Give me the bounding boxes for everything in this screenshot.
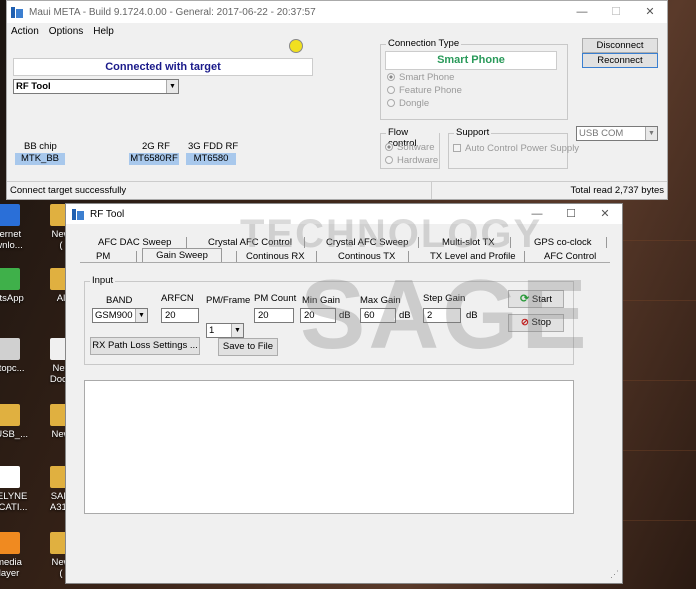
maxgain-input[interactable]: 60 — [360, 308, 396, 323]
pmframe-select[interactable]: 1 ▼ — [206, 323, 244, 338]
desktop-app-icon — [0, 268, 20, 290]
chevron-down-icon: ▼ — [231, 324, 243, 337]
connection-type-title: Connection Type — [386, 38, 462, 49]
app-icon — [11, 6, 24, 19]
mingain-label: Min Gain — [302, 295, 341, 306]
resize-grip-icon[interactable]: ⋰ — [610, 569, 619, 580]
menubar: Action Options Help — [7, 23, 667, 39]
chevron-down-icon: ▼ — [135, 309, 147, 322]
pmframe-value: 1 — [209, 325, 215, 336]
save-to-file-button[interactable]: Save to File — [218, 338, 278, 356]
rf3g-value: MT6580 — [186, 153, 236, 165]
connection-type-selected: Smart Phone — [385, 51, 557, 70]
desktop-app-icon — [0, 532, 20, 554]
desktop-app-icon — [0, 404, 20, 426]
minimize-icon[interactable]: — — [520, 204, 554, 224]
stepgain-unit: dB — [466, 310, 478, 321]
rf-tool-window: RF Tool — ☐ ✕ AFC DAC Sweep Crystal AFC … — [65, 203, 623, 584]
reconnect-button[interactable]: Reconnect — [582, 53, 658, 68]
connection-type-group: Connection Type Smart Phone Smart Phone … — [380, 38, 568, 120]
checkbox-auto-power[interactable]: Auto Control Power Supply — [453, 143, 579, 154]
tab-afc-control[interactable]: AFC Control — [544, 251, 596, 262]
band-value: GSM900 — [95, 310, 133, 321]
stop-button[interactable]: ⊘ Stop — [508, 314, 564, 332]
radio-smart-phone[interactable]: Smart Phone — [387, 72, 454, 83]
arfcn-input[interactable]: 20 — [161, 308, 199, 323]
rf-title: RF Tool — [90, 208, 125, 220]
maximize-icon[interactable]: ☐ — [554, 204, 588, 224]
bb-chip-label: BB chip — [24, 141, 57, 152]
tab-continous-tx[interactable]: Continous TX — [338, 251, 395, 262]
bb-chip-value: MTK_BB — [15, 153, 65, 165]
connection-indicator — [289, 39, 303, 53]
rf-titlebar: RF Tool — ☐ ✕ — [66, 204, 622, 224]
refresh-icon: ⟳ — [520, 293, 530, 305]
rx-path-loss-button[interactable]: RX Path Loss Settings ... — [90, 337, 200, 355]
maxgain-unit: dB — [399, 310, 411, 321]
desktop-app-icon — [0, 466, 20, 488]
main-titlebar: Maui META - Build 9.1724.0.00 - General:… — [7, 1, 667, 23]
tab-afc-dac-sweep[interactable]: AFC DAC Sweep — [98, 237, 171, 248]
arfcn-label: ARFCN — [161, 293, 194, 304]
desktop-app-icon — [0, 204, 20, 226]
port-select-value: USB COM — [579, 128, 624, 139]
support-group: Support Auto Control Power Supply — [448, 127, 579, 169]
menu-options[interactable]: Options — [49, 26, 83, 37]
flow-control-group: Flow control Software Hardware — [380, 127, 440, 169]
tab-crystal-afc-control[interactable]: Crystal AFC Control — [208, 237, 292, 248]
tab-crystal-afc-sweep[interactable]: Crystal AFC Sweep — [326, 237, 408, 248]
tab-tx-level-profile[interactable]: TX Level and Profile — [430, 251, 516, 262]
radio-dongle[interactable]: Dongle — [387, 98, 429, 109]
tab-multi-slot-tx[interactable]: Multi-slot TX — [442, 237, 495, 248]
status-right: Total read 2,737 bytes — [570, 185, 664, 196]
desktop-app-icon — [0, 338, 20, 360]
maximize-icon[interactable]: ☐ — [599, 1, 633, 23]
tab-pm[interactable]: PM — [96, 251, 110, 262]
pmframe-label: PM/Frame — [206, 295, 251, 306]
pmcount-input[interactable]: 20 — [254, 308, 294, 323]
minimize-icon[interactable]: — — [565, 1, 599, 23]
tool-select[interactable]: RF Tool ▼ — [13, 79, 179, 94]
mingain-input[interactable]: 20 — [300, 308, 336, 323]
app-icon — [72, 208, 85, 221]
disconnect-button[interactable]: Disconnect — [582, 38, 658, 53]
pmcount-label: PM Count — [254, 293, 297, 304]
rf3g-label: 3G FDD RF — [188, 141, 239, 152]
port-select[interactable]: USB COM ▼ — [576, 126, 658, 141]
close-icon[interactable]: ✕ — [588, 204, 622, 224]
close-icon[interactable]: ✕ — [633, 1, 667, 23]
status-left: Connect target successfully — [10, 185, 127, 196]
tool-select-value: RF Tool — [16, 81, 51, 92]
chevron-down-icon: ▼ — [166, 80, 178, 93]
output-area[interactable] — [84, 380, 574, 514]
stepgain-label: Step Gain — [423, 293, 466, 304]
start-label: Start — [531, 294, 552, 305]
radio-software[interactable]: Software — [385, 142, 435, 153]
tab-gain-sweep[interactable]: Gain Sweep — [142, 248, 222, 262]
band-select[interactable]: GSM900 ▼ — [92, 308, 148, 323]
menu-help[interactable]: Help — [93, 26, 114, 37]
radio-feature-phone[interactable]: Feature Phone — [387, 85, 462, 96]
tab-gps-co-clock[interactable]: GPS co-clock — [534, 237, 592, 248]
chevron-down-icon: ▼ — [645, 127, 657, 140]
support-title: Support — [454, 127, 492, 138]
mingain-unit: dB — [339, 310, 351, 321]
input-group-title: Input — [90, 275, 116, 286]
statusbar: Connect target successfully Total read 2… — [7, 181, 667, 199]
stop-label: Stop — [531, 317, 552, 328]
menu-action[interactable]: Action — [11, 26, 39, 37]
connection-status: Connected with target — [13, 58, 313, 76]
rf2g-value: MT6580RF — [129, 153, 179, 165]
rf2g-label: 2G RF — [142, 141, 170, 152]
main-title: Maui META - Build 9.1724.0.00 - General:… — [29, 6, 316, 18]
band-label: BAND — [106, 295, 133, 306]
stepgain-input[interactable]: 2 — [423, 308, 461, 323]
maxgain-label: Max Gain — [360, 295, 401, 306]
stop-icon: ⊘ — [520, 317, 529, 328]
tab-continous-rx[interactable]: Continous RX — [246, 251, 305, 262]
main-window: Maui META - Build 9.1724.0.00 - General:… — [6, 0, 668, 200]
radio-hardware[interactable]: Hardware — [385, 155, 438, 166]
start-button[interactable]: ⟳ Start — [508, 290, 564, 308]
